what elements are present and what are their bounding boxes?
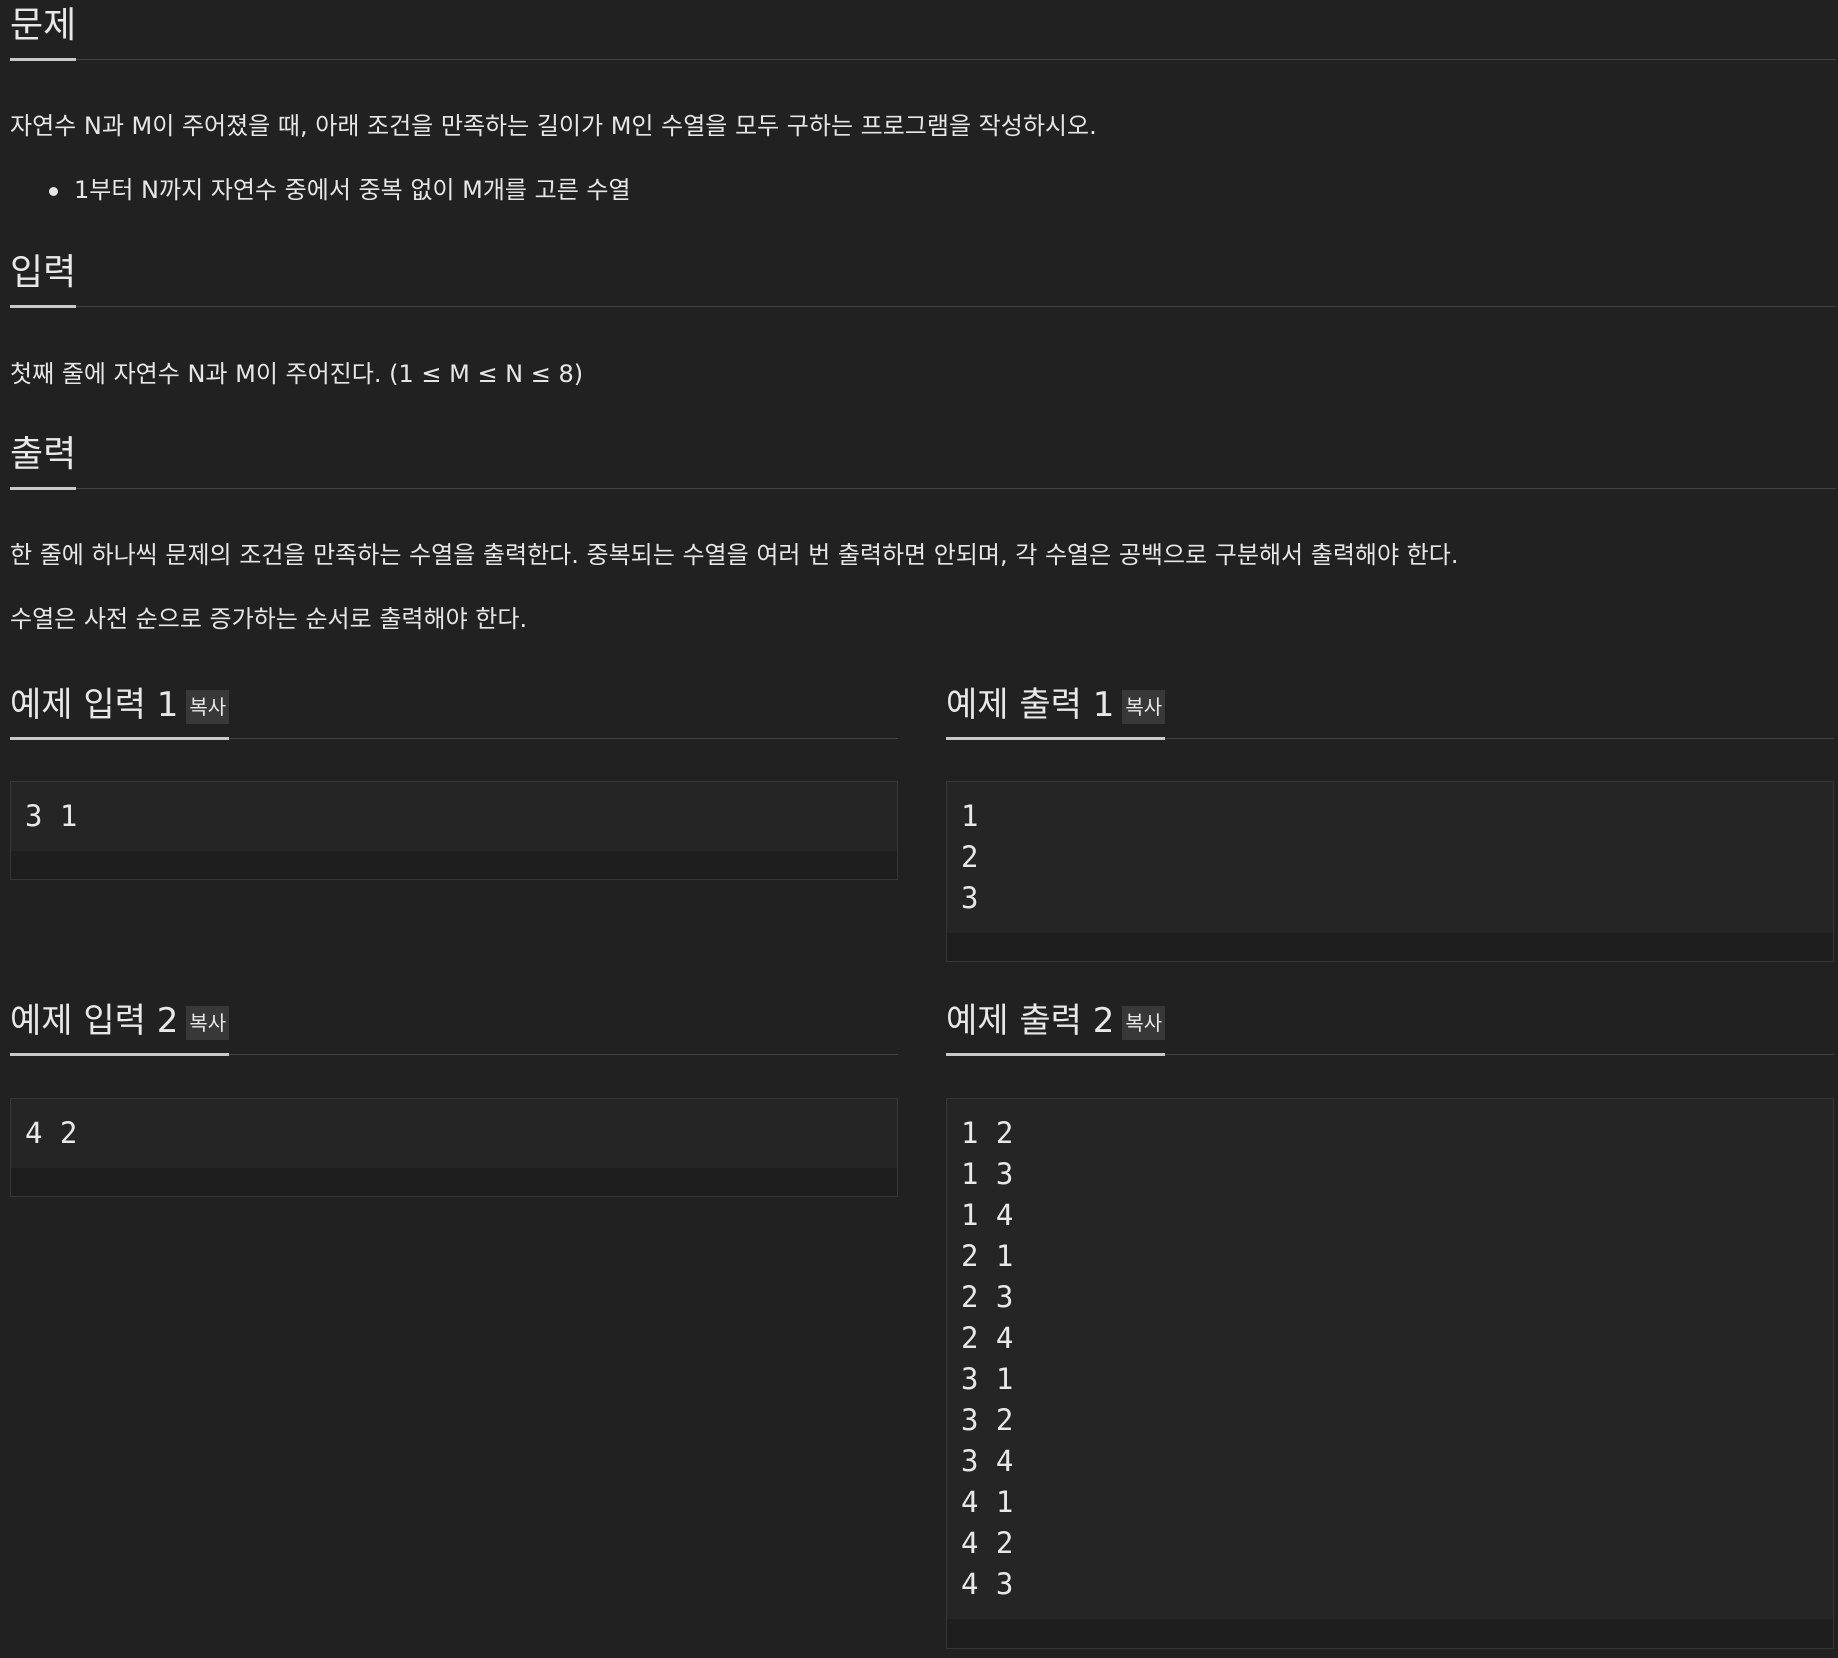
sample-output-1-header: 예제 출력 1 복사: [946, 683, 1834, 740]
bullet-icon: [49, 187, 58, 196]
input-heading: 입력: [10, 251, 77, 308]
sample-output-1-title: 예제 출력 1 복사: [946, 683, 1166, 740]
output-section-header: 출력: [10, 433, 1836, 490]
sample-input-2-title: 예제 입력 2 복사: [10, 999, 230, 1056]
input-description: 첫째 줄에 자연수 N과 M이 주어진다. (1 ≤ M ≤ N ≤ 8): [10, 360, 584, 388]
input-section-header: 입력: [10, 251, 1836, 308]
output-heading: 출력: [10, 433, 77, 490]
sample-input-2-header: 예제 입력 2 복사: [10, 999, 898, 1056]
sample-output-2-header: 예제 출력 2 복사: [946, 999, 1834, 1056]
sample-input-1-title: 예제 입력 1 복사: [10, 683, 230, 740]
copy-button[interactable]: 복사: [1122, 690, 1166, 724]
sample-output-1-content[interactable]: 1 2 3: [947, 782, 1833, 933]
sample-input-1-box: 3 1: [10, 781, 898, 880]
problem-condition: 1부터 N까지 자연수 중에서 중복 없이 M개를 고른 수열: [74, 176, 631, 204]
sample-output-1-box: 1 2 3: [946, 781, 1834, 962]
sample-input-1-content[interactable]: 3 1: [11, 782, 897, 851]
sample-input-2-content[interactable]: 4 2: [11, 1099, 897, 1168]
sample-output-2-content[interactable]: 1 2 1 3 1 4 2 1 2 3 2 4 3 1 3 2 3 4 4 1 …: [947, 1099, 1833, 1619]
sample-input-1-header: 예제 입력 1 복사: [10, 683, 898, 740]
copy-button[interactable]: 복사: [1122, 1006, 1166, 1040]
copy-button[interactable]: 복사: [186, 690, 230, 724]
sample-output-2-box: 1 2 1 3 1 4 2 1 2 3 2 4 3 1 3 2 3 4 4 1 …: [946, 1098, 1834, 1649]
output-paragraph-2: 수열은 사전 순으로 증가하는 순서로 출력해야 한다.: [10, 605, 528, 633]
output-paragraph-1: 한 줄에 하나씩 문제의 조건을 만족하는 수열을 출력한다. 중복되는 수열을…: [10, 541, 1459, 569]
copy-button[interactable]: 복사: [186, 1006, 230, 1040]
problem-heading: 문제: [10, 4, 77, 61]
problem-section-header: 문제: [10, 4, 1836, 61]
sample-input-2-box: 4 2: [10, 1098, 898, 1197]
sample-output-2-title: 예제 출력 2 복사: [946, 999, 1166, 1056]
problem-description: 자연수 N과 M이 주어졌을 때, 아래 조건을 만족하는 길이가 M인 수열을…: [10, 112, 1097, 140]
